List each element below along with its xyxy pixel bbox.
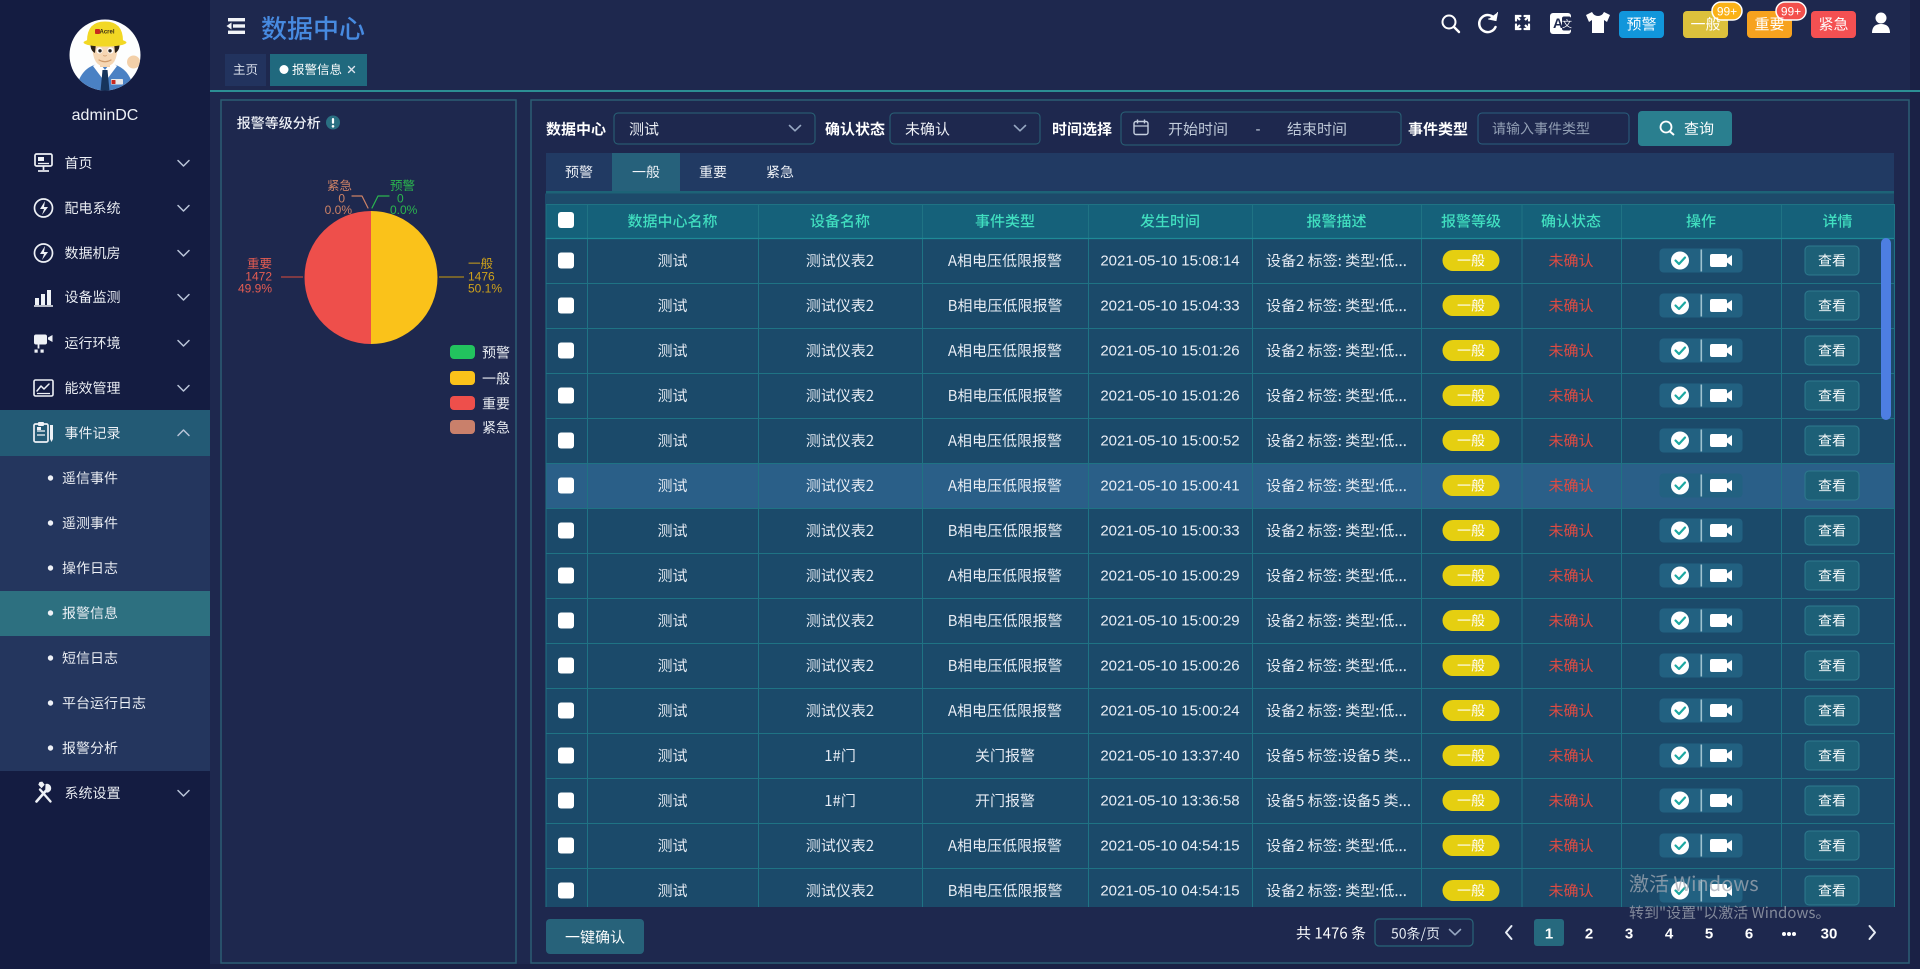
svg-text:2021-05-10 15:01:26: 2021-05-10 15:01:26 bbox=[1100, 388, 1239, 405]
svg-text:2021-05-10 04:54:15: 2021-05-10 04:54:15 bbox=[1100, 883, 1239, 900]
svg-text:2021-05-10 15:00:33: 2021-05-10 15:00:33 bbox=[1100, 523, 1239, 540]
svg-text:30: 30 bbox=[1821, 926, 1838, 943]
svg-text:4: 4 bbox=[1665, 926, 1674, 943]
svg-text:2021-05-10 15:04:33: 2021-05-10 15:04:33 bbox=[1100, 298, 1239, 315]
svg-text:2021-05-10 13:37:40: 2021-05-10 13:37:40 bbox=[1100, 748, 1239, 765]
svg-text:2021-05-10 15:00:29: 2021-05-10 15:00:29 bbox=[1100, 568, 1239, 585]
svg-text:2021-05-10 15:00:24: 2021-05-10 15:00:24 bbox=[1100, 703, 1239, 720]
svg-text:-: - bbox=[1256, 121, 1261, 138]
svg-text:49.9%: 49.9% bbox=[238, 282, 272, 296]
svg-text:2021-05-10 15:08:14: 2021-05-10 15:08:14 bbox=[1100, 253, 1239, 270]
svg-text:2021-05-10 04:54:15: 2021-05-10 04:54:15 bbox=[1100, 838, 1239, 855]
svg-text:3: 3 bbox=[1625, 926, 1633, 943]
svg-text:2021-05-10 15:00:29: 2021-05-10 15:00:29 bbox=[1100, 613, 1239, 630]
svg-text:Acrel: Acrel bbox=[99, 30, 114, 36]
svg-text:6: 6 bbox=[1745, 926, 1753, 943]
svg-text:0.0%: 0.0% bbox=[390, 203, 418, 217]
svg-text:2021-05-10 15:00:26: 2021-05-10 15:00:26 bbox=[1100, 658, 1239, 675]
svg-text:99+: 99+ bbox=[1717, 5, 1737, 19]
svg-text:2: 2 bbox=[1585, 926, 1593, 943]
svg-text:adminDC: adminDC bbox=[72, 107, 139, 124]
svg-text:0.0%: 0.0% bbox=[325, 203, 353, 217]
svg-text:A: A bbox=[1553, 15, 1563, 31]
svg-text:2021-05-10 15:00:52: 2021-05-10 15:00:52 bbox=[1100, 433, 1239, 450]
svg-text:1: 1 bbox=[1545, 926, 1553, 943]
svg-text:2021-05-10 13:36:58: 2021-05-10 13:36:58 bbox=[1100, 793, 1239, 810]
svg-text:2021-05-10 15:00:41: 2021-05-10 15:00:41 bbox=[1100, 478, 1239, 495]
svg-text:50.1%: 50.1% bbox=[468, 282, 502, 296]
svg-text:99+: 99+ bbox=[1781, 5, 1801, 19]
svg-text:5: 5 bbox=[1705, 926, 1713, 943]
svg-text:2021-05-10 15:01:26: 2021-05-10 15:01:26 bbox=[1100, 343, 1239, 360]
